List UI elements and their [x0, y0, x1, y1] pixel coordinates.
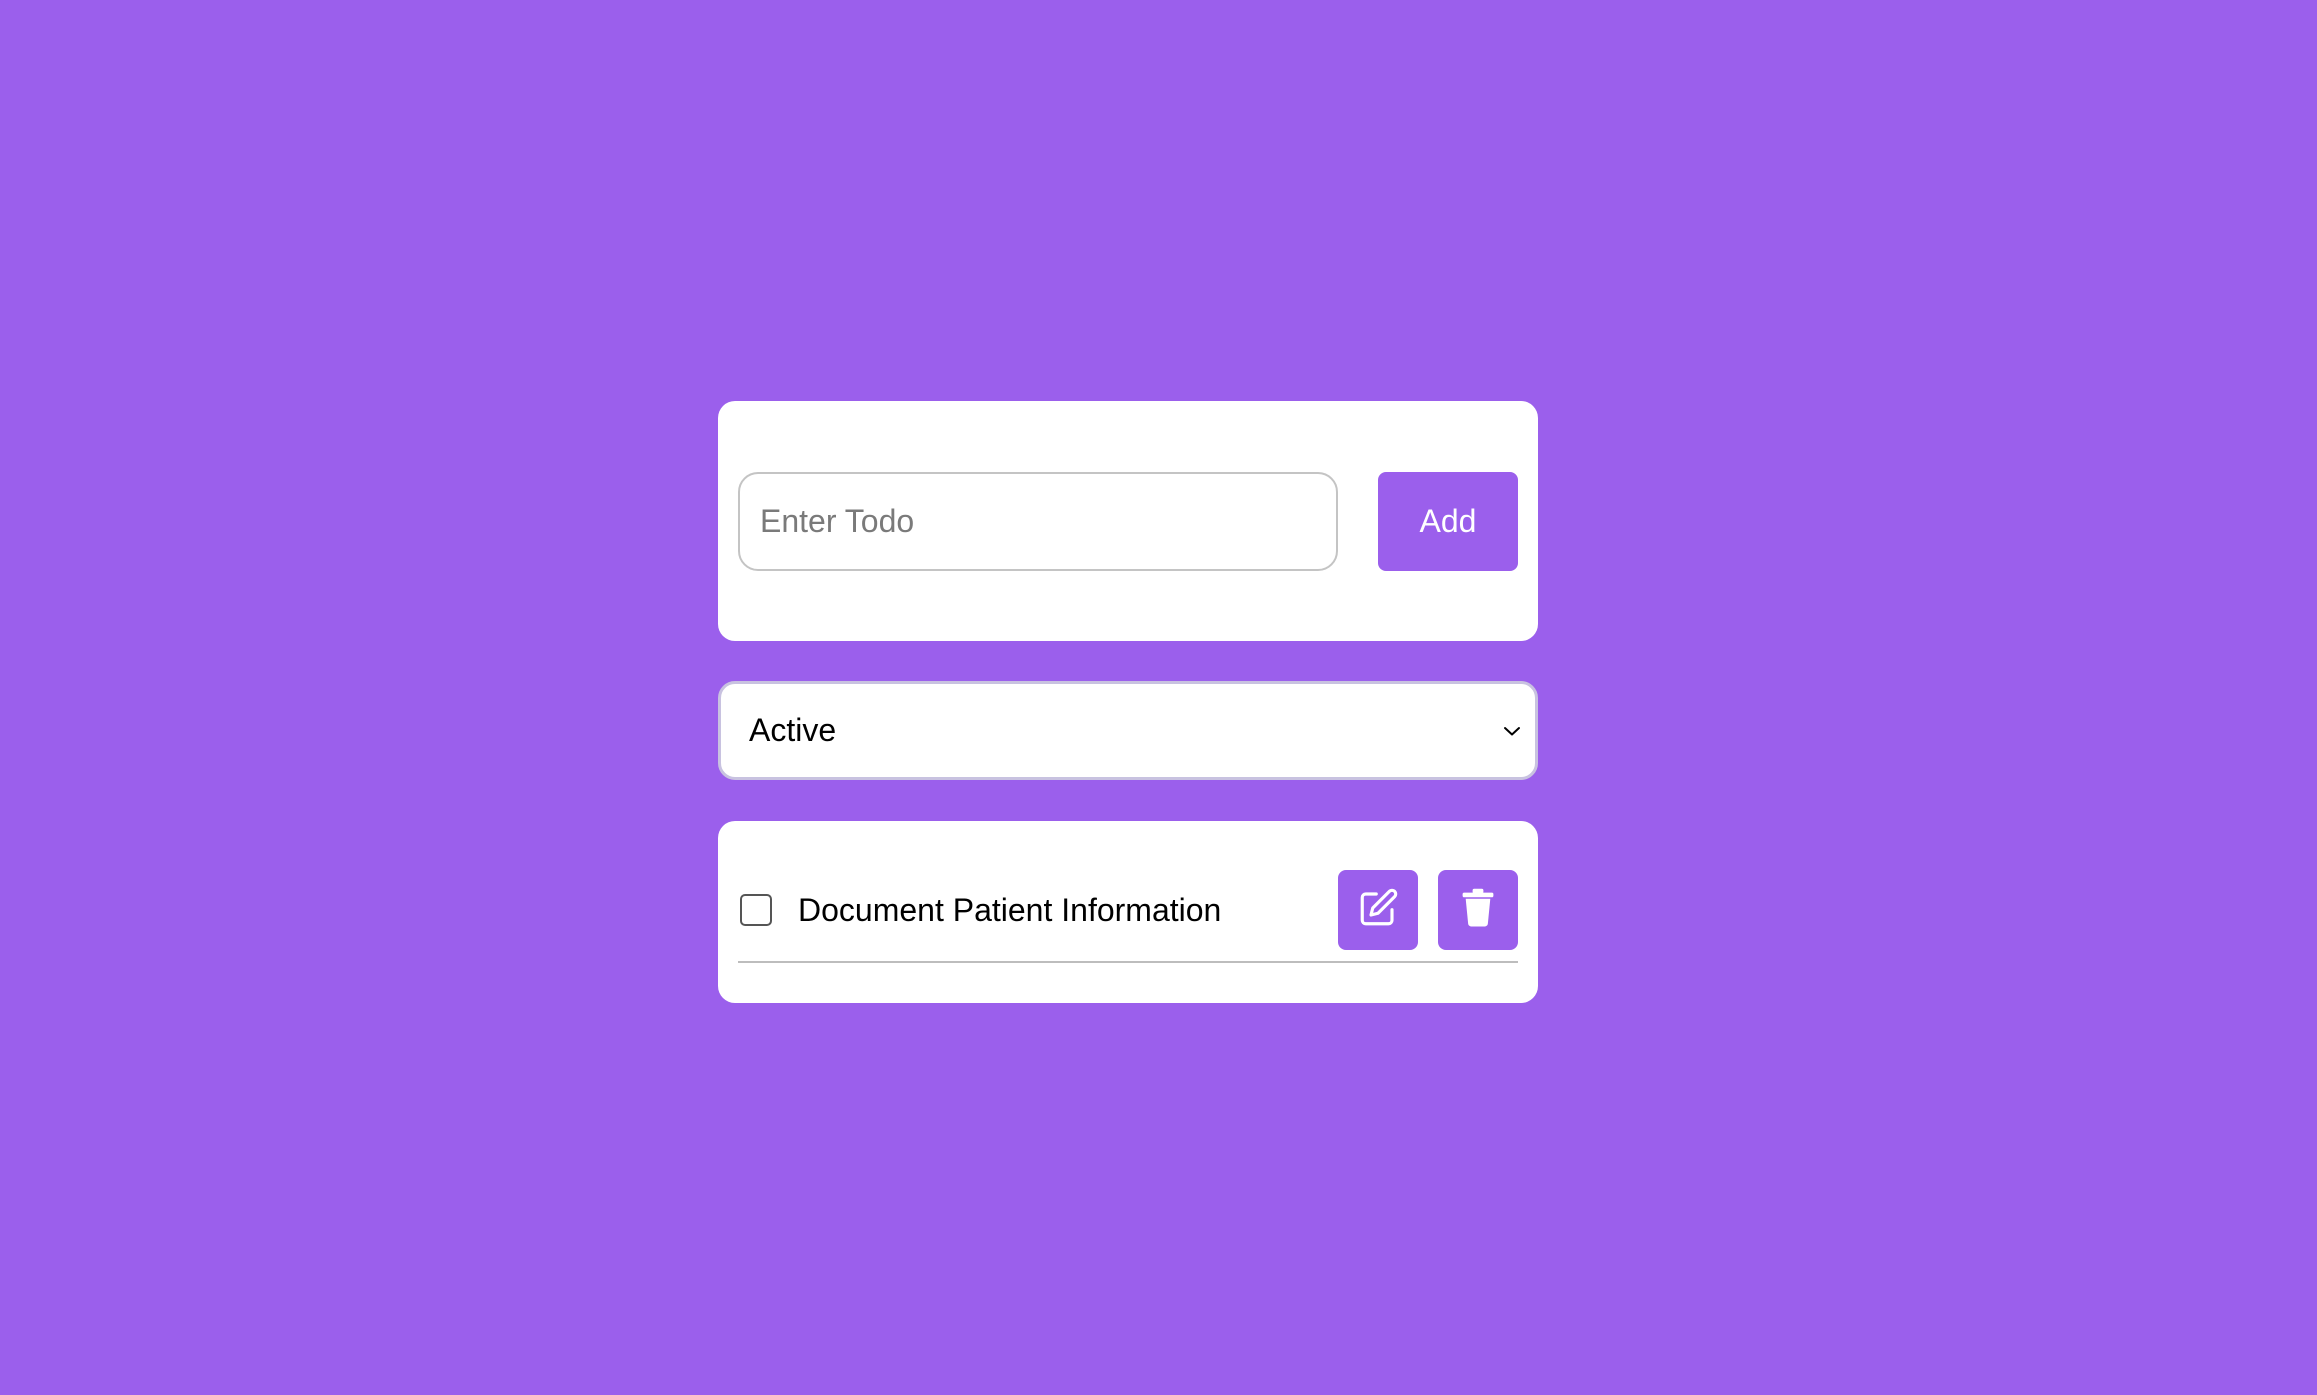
todo-app: Add Active Document Patient Information — [718, 401, 1538, 1003]
edit-icon — [1357, 887, 1399, 934]
delete-button[interactable] — [1438, 870, 1518, 950]
todo-input[interactable] — [738, 471, 1338, 571]
edit-button[interactable] — [1338, 870, 1418, 950]
todo-item-text: Document Patient Information — [798, 891, 1222, 928]
todo-list: Document Patient Information — [718, 821, 1538, 1003]
filter-selected-value: Active — [749, 712, 837, 748]
todo-item: Document Patient Information — [738, 869, 1518, 963]
chevron-down-icon — [1501, 720, 1523, 742]
todo-checkbox[interactable] — [740, 894, 772, 926]
add-todo-card: Add — [718, 401, 1538, 641]
filter-select[interactable]: Active — [718, 681, 1538, 780]
add-button[interactable]: Add — [1378, 471, 1518, 571]
trash-icon — [1459, 888, 1497, 933]
